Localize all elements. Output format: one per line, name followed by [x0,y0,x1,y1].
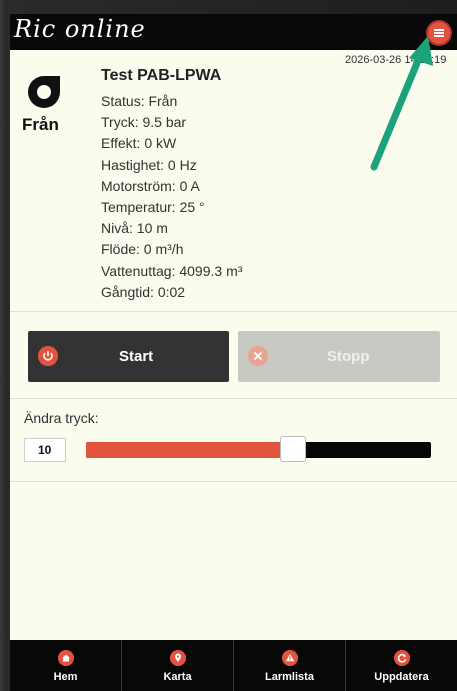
divider [10,311,457,312]
slider-fill [86,442,293,458]
motor-current-line: Motorström: 0 A [101,177,200,194]
nav-item-larmlista[interactable]: Larmlista [233,640,345,691]
pressure-value-input[interactable]: 10 [24,438,66,462]
divider [10,481,457,482]
hamburger-menu-icon-line [434,35,444,37]
refresh-icon [394,650,410,666]
power-icon [38,346,58,366]
level-line: Nivå: 10 m [101,220,168,237]
runtime-line: Gångtid: 0:02 [101,283,186,300]
temperature-line: Temperatur: 25 ° [101,198,205,215]
home-icon [58,650,74,666]
nav-label-karta: Karta [163,671,192,683]
speed-line: Hastighet: 0 Hz [101,156,197,173]
nav-label-hem: Hem [53,671,78,683]
app-screen: Ric online 2026-03-26 14:11:19 Från Test… [10,14,457,691]
app-logo: Ric online [14,15,146,43]
pressure-label: Ändra tryck: [24,410,99,426]
nav-item-hem[interactable]: Hem [10,640,121,691]
close-icon [248,346,268,366]
water-withdrawal-line: Vattenuttag: 4099.3 m³ [101,262,243,279]
hamburger-menu-icon [434,29,444,31]
pressure-line: Tryck: 9.5 bar [101,114,187,131]
menu-button[interactable] [428,22,450,44]
start-button-label: Start [119,348,154,365]
top-bar: Ric online [10,14,457,50]
nav-label-larmlista: Larmlista [265,671,314,683]
update-timestamp: 2026-03-26 14:11:19 [345,54,447,66]
nav-item-karta[interactable]: Karta [121,640,233,691]
warning-icon [282,650,298,666]
status-line: Status: Från [101,93,178,109]
nav-item-uppdatera[interactable]: Uppdatera [345,640,457,691]
bottom-navigation: Hem Karta Larmlista Uppdatera [10,640,457,691]
pump-state: Från [22,115,59,134]
hamburger-menu-icon-line [434,32,444,34]
start-button[interactable]: Start [28,331,229,382]
slider-handle[interactable] [280,436,306,462]
map-pin-icon [170,650,186,666]
status-list: Status: Från Tryck: 9.5 bar Effekt: 0 kW… [101,91,242,303]
stop-button[interactable]: Stopp [238,331,440,382]
stop-button-label: Stopp [327,348,370,365]
pump-icon [28,76,60,108]
flow-line: Flöde: 0 m³/h [101,241,184,258]
device-name: Test PAB-LPWA [101,67,222,84]
power-line: Effekt: 0 kW [101,135,177,152]
nav-label-uppdatera: Uppdatera [374,671,429,683]
divider [10,398,457,399]
pressure-slider[interactable] [86,436,431,462]
